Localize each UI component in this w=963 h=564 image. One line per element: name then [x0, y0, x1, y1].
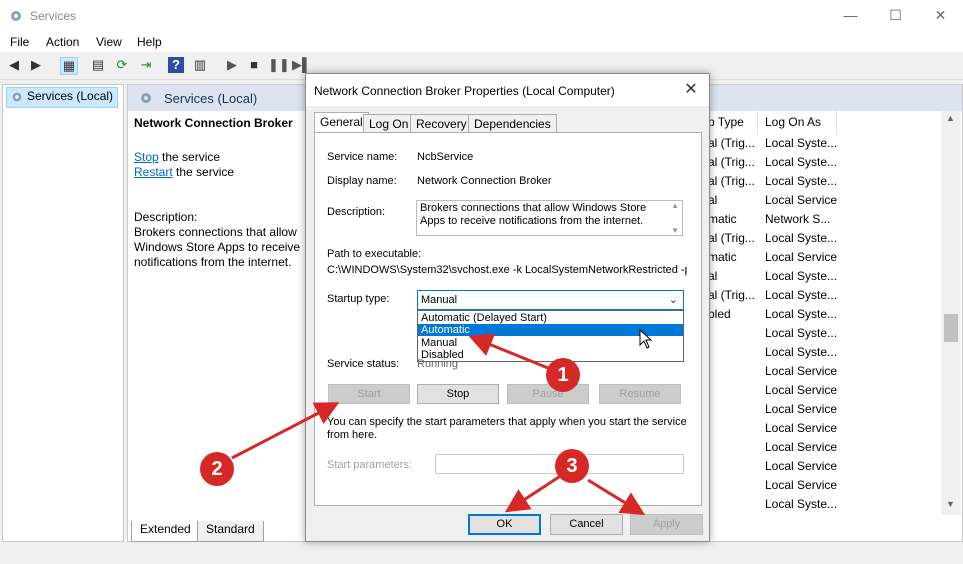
- arrow-to-automatic: [468, 333, 549, 370]
- arrow-to-apply: [587, 478, 646, 516]
- arrow-to-ok: [504, 473, 563, 513]
- annotation-badge-3: 3: [555, 449, 589, 483]
- arrow-to-start: [231, 402, 340, 460]
- annotation-arrows: [231, 333, 646, 516]
- annotation-badge-2: 2: [200, 452, 234, 486]
- annotation-badge-1: 1: [546, 358, 580, 392]
